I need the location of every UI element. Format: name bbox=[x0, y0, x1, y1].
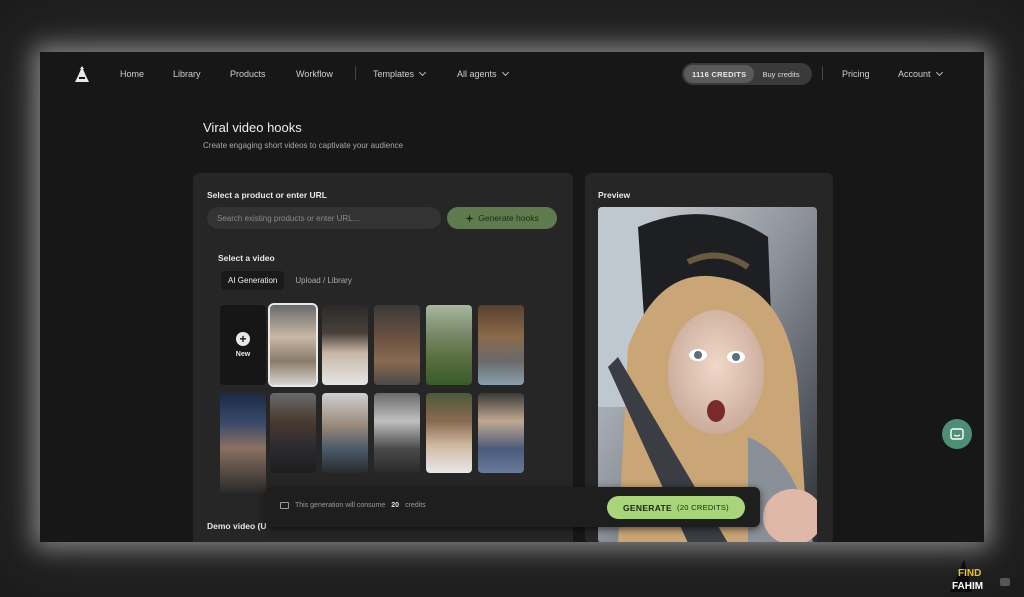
generate-button[interactable]: GENERATE (20 CREDITS) bbox=[607, 496, 745, 519]
video-label: Select a video bbox=[218, 253, 275, 263]
video-thumbnail[interactable] bbox=[426, 393, 472, 473]
top-nav: Home Library Products Workflow Templates… bbox=[40, 52, 984, 96]
nav-workflow[interactable]: Workflow bbox=[296, 69, 333, 79]
nav-divider bbox=[355, 66, 356, 80]
nav-account[interactable]: Account bbox=[898, 68, 943, 79]
chat-icon bbox=[950, 427, 964, 440]
video-thumbnail[interactable] bbox=[220, 393, 266, 493]
watermark-logo: FIND FAHIM bbox=[950, 560, 1014, 592]
video-grid: + New bbox=[220, 303, 530, 505]
tab-ai-generation[interactable]: AI Generation bbox=[221, 271, 285, 290]
nav-account-label: Account bbox=[898, 69, 931, 79]
video-thumbnail[interactable] bbox=[478, 393, 524, 473]
new-video-tile[interactable]: + New bbox=[220, 305, 266, 385]
watermark-line1: FIND bbox=[958, 568, 981, 579]
nav-home[interactable]: Home bbox=[120, 69, 144, 79]
video-thumbnail[interactable] bbox=[322, 393, 368, 473]
tab-upload-library[interactable]: Upload / Library bbox=[288, 271, 358, 290]
watermark-mark: FIND FAHIM bbox=[950, 560, 1010, 592]
nav-library[interactable]: Library bbox=[173, 69, 201, 79]
generate-hooks-button[interactable]: Generate hooks bbox=[447, 207, 557, 229]
generate-button-label: GENERATE bbox=[623, 502, 673, 513]
watermark-line2: FAHIM bbox=[952, 581, 983, 592]
page-subtitle: Create engaging short videos to captivat… bbox=[203, 141, 404, 150]
buy-credits-button[interactable]: Buy credits bbox=[762, 70, 799, 79]
video-thumbnail[interactable] bbox=[322, 305, 368, 385]
app-window: Home Library Products Workflow Templates… bbox=[40, 52, 984, 542]
nav-templates[interactable]: Templates bbox=[373, 68, 427, 79]
page-title: Viral video hooks bbox=[203, 120, 302, 135]
nav-all-agents[interactable]: All agents bbox=[457, 68, 509, 79]
nav-all-agents-label: All agents bbox=[457, 69, 497, 79]
nav-templates-label: Templates bbox=[373, 69, 415, 79]
preview-label: Preview bbox=[598, 190, 631, 200]
new-video-label: New bbox=[235, 351, 251, 358]
video-thumbnail[interactable] bbox=[374, 305, 420, 385]
generation-cost-info: This generation will consume 20 credits bbox=[280, 502, 426, 509]
generate-hooks-label: Generate hooks bbox=[478, 213, 539, 223]
plus-icon: + bbox=[236, 332, 250, 346]
chevron-down-icon bbox=[501, 68, 509, 77]
video-thumbnail[interactable] bbox=[478, 305, 524, 385]
nav-products[interactable]: Products bbox=[230, 69, 266, 79]
chevron-down-icon bbox=[935, 68, 943, 77]
generate-button-credits: (20 CREDITS) bbox=[677, 503, 729, 512]
generate-bar: This generation will consume 20 credits … bbox=[266, 487, 760, 527]
video-thumbnail[interactable] bbox=[426, 305, 472, 385]
video-thumbnail[interactable] bbox=[268, 303, 318, 387]
video-source-tabs: AI Generation Upload / Library bbox=[221, 271, 359, 290]
cost-prefix: This generation will consume bbox=[295, 502, 386, 509]
cost-amount: 20 bbox=[391, 502, 400, 509]
nav-divider bbox=[822, 66, 823, 80]
product-search-input[interactable]: Search existing products or enter URL... bbox=[207, 207, 441, 229]
video-thumbnail[interactable] bbox=[374, 393, 420, 473]
logo-icon[interactable] bbox=[75, 66, 89, 82]
demo-video-label: Demo video (U bbox=[207, 521, 267, 531]
cost-suffix: credits bbox=[405, 502, 426, 509]
card-icon bbox=[280, 502, 289, 509]
credits-pill: 1116 CREDITS Buy credits bbox=[682, 63, 812, 85]
sparkle-icon bbox=[465, 213, 475, 223]
video-thumbnail[interactable] bbox=[270, 393, 316, 473]
chat-support-button[interactable] bbox=[942, 419, 972, 449]
product-label: Select a product or enter URL bbox=[207, 190, 327, 200]
chevron-down-icon bbox=[418, 68, 427, 77]
credits-balance: 1116 CREDITS bbox=[684, 65, 755, 83]
nav-pricing[interactable]: Pricing bbox=[842, 69, 870, 79]
